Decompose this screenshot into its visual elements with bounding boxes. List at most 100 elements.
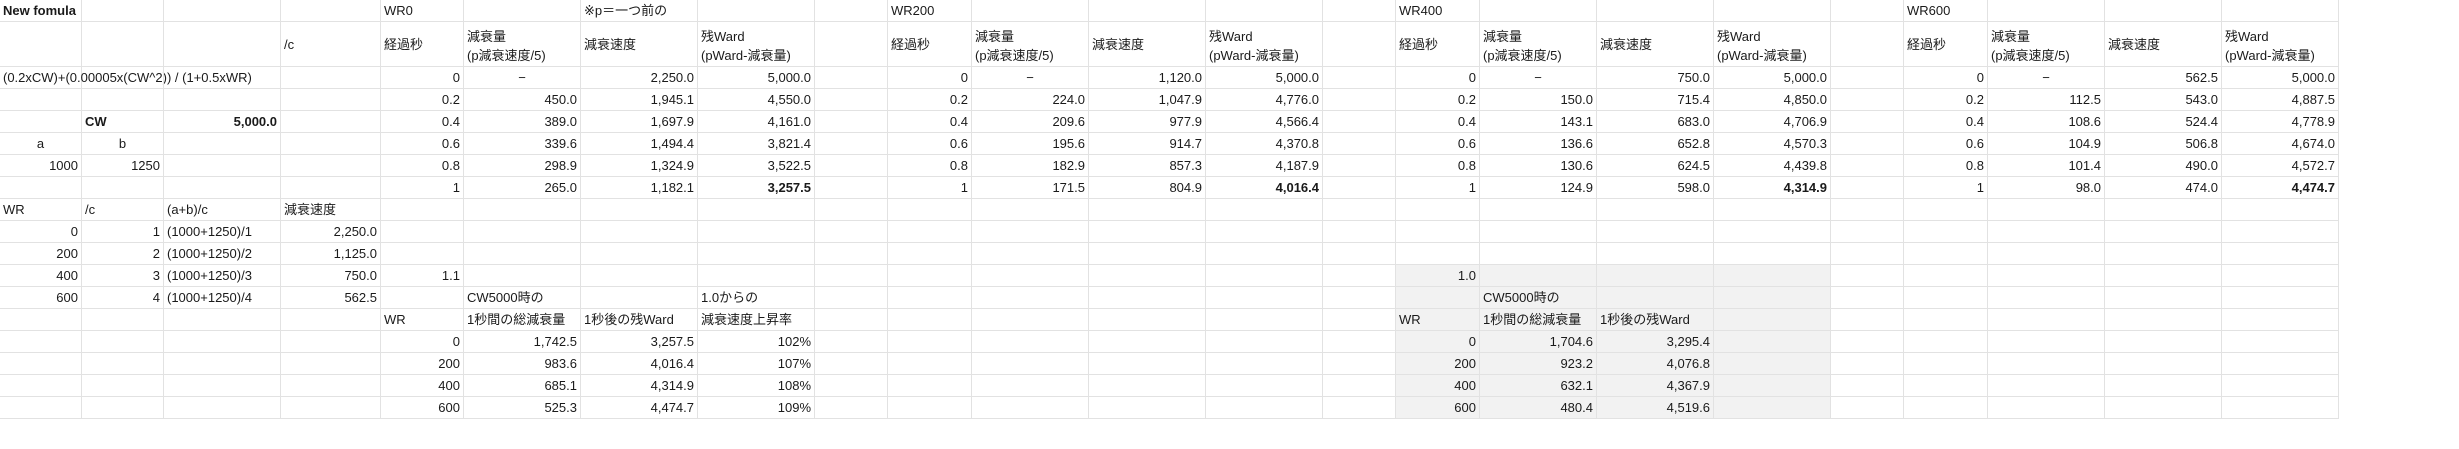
cell-r16-c6[interactable]: 4,314.9 <box>581 375 698 397</box>
cell-r4-c3[interactable] <box>281 111 381 133</box>
cell-r10-c20[interactable] <box>1988 243 2105 265</box>
cell-r7-c0[interactable] <box>0 177 82 199</box>
cell-r1-c5[interactable]: 減衰量 (p減衰速度/5) <box>464 22 581 67</box>
cell-r16-c10[interactable] <box>972 375 1089 397</box>
cell-r10-c1[interactable]: 2 <box>82 243 164 265</box>
cell-r12-c2[interactable]: (1000+1250)/4 <box>164 287 281 309</box>
cell-r2-c1[interactable] <box>82 67 164 89</box>
cell-r3-c20[interactable]: 112.5 <box>1988 89 2105 111</box>
cell-r4-c9[interactable]: 0.4 <box>888 111 972 133</box>
cell-r9-c2[interactable]: (1000+1250)/1 <box>164 221 281 243</box>
cell-r15-c12[interactable] <box>1206 353 1323 375</box>
cell-r13-c10[interactable] <box>972 309 1089 331</box>
cell-r10-c11[interactable] <box>1089 243 1206 265</box>
cell-r8-c11[interactable] <box>1089 199 1206 221</box>
cell-r7-c9[interactable]: 1 <box>888 177 972 199</box>
cell-r17-c19[interactable] <box>1904 397 1988 419</box>
cell-r5-c7[interactable]: 3,821.4 <box>698 133 815 155</box>
cell-r2-c4[interactable]: 0 <box>381 67 464 89</box>
cell-r2-c8[interactable] <box>815 67 888 89</box>
cell-r4-c14[interactable]: 0.4 <box>1396 111 1480 133</box>
cell-r12-c6[interactable] <box>581 287 698 309</box>
cell-r4-c17[interactable]: 4,706.9 <box>1714 111 1831 133</box>
cell-r8-c2[interactable]: (a+b)/c <box>164 199 281 221</box>
cell-r1-c18[interactable] <box>1831 22 1904 67</box>
cell-r13-c14[interactable]: WR <box>1396 309 1480 331</box>
cell-r4-c21[interactable]: 524.4 <box>2105 111 2222 133</box>
cell-r1-c15[interactable]: 減衰量 (p減衰速度/5) <box>1480 22 1597 67</box>
cell-r13-c13[interactable] <box>1323 309 1396 331</box>
cell-r4-c0[interactable] <box>0 111 82 133</box>
cell-r2-c18[interactable] <box>1831 67 1904 89</box>
cell-r14-c19[interactable] <box>1904 331 1988 353</box>
cell-r13-c20[interactable] <box>1988 309 2105 331</box>
cell-r16-c7[interactable]: 108% <box>698 375 815 397</box>
cell-r15-c10[interactable] <box>972 353 1089 375</box>
cell-r7-c13[interactable] <box>1323 177 1396 199</box>
cell-r2-c22[interactable]: 5,000.0 <box>2222 67 2339 89</box>
cell-r7-c7[interactable]: 3,257.5 <box>698 177 815 199</box>
cell-r17-c18[interactable] <box>1831 397 1904 419</box>
cell-r0-c15[interactable] <box>1480 0 1597 22</box>
cell-r8-c14[interactable] <box>1396 199 1480 221</box>
cell-r10-c6[interactable] <box>581 243 698 265</box>
cell-r8-c7[interactable] <box>698 199 815 221</box>
cell-r12-c21[interactable] <box>2105 287 2222 309</box>
cell-r5-c20[interactable]: 104.9 <box>1988 133 2105 155</box>
cell-r11-c14[interactable]: 1.0 <box>1396 265 1480 287</box>
cell-r3-c12[interactable]: 4,776.0 <box>1206 89 1323 111</box>
cell-r5-c1[interactable]: b <box>82 133 164 155</box>
cell-r10-c17[interactable] <box>1714 243 1831 265</box>
cell-r13-c5[interactable]: 1秒間の総減衰量 <box>464 309 581 331</box>
cell-r8-c8[interactable] <box>815 199 888 221</box>
cell-r12-c22[interactable] <box>2222 287 2339 309</box>
cell-r12-c4[interactable] <box>381 287 464 309</box>
cell-r12-c16[interactable] <box>1597 287 1714 309</box>
cell-r0-c19[interactable]: WR600 <box>1904 0 1988 22</box>
cell-r7-c15[interactable]: 124.9 <box>1480 177 1597 199</box>
cell-r13-c1[interactable] <box>82 309 164 331</box>
cell-r9-c17[interactable] <box>1714 221 1831 243</box>
cell-r3-c22[interactable]: 4,887.5 <box>2222 89 2339 111</box>
cell-r3-c6[interactable]: 1,945.1 <box>581 89 698 111</box>
cell-r8-c9[interactable] <box>888 199 972 221</box>
cell-r6-c14[interactable]: 0.8 <box>1396 155 1480 177</box>
cell-r7-c5[interactable]: 265.0 <box>464 177 581 199</box>
cell-r1-c22[interactable]: 残Ward (pWard-減衰量) <box>2222 22 2339 67</box>
cell-r14-c22[interactable] <box>2222 331 2339 353</box>
cell-r0-c17[interactable] <box>1714 0 1831 22</box>
cell-r13-c21[interactable] <box>2105 309 2222 331</box>
cell-r11-c20[interactable] <box>1988 265 2105 287</box>
cell-r2-c19[interactable]: 0 <box>1904 67 1988 89</box>
cell-r13-c18[interactable] <box>1831 309 1904 331</box>
cell-r5-c6[interactable]: 1,494.4 <box>581 133 698 155</box>
cell-r12-c14[interactable] <box>1396 287 1480 309</box>
cell-r17-c2[interactable] <box>164 397 281 419</box>
cell-r5-c9[interactable]: 0.6 <box>888 133 972 155</box>
cell-r16-c11[interactable] <box>1089 375 1206 397</box>
cell-r15-c21[interactable] <box>2105 353 2222 375</box>
cell-r15-c17[interactable] <box>1714 353 1831 375</box>
cell-r2-c9[interactable]: 0 <box>888 67 972 89</box>
cell-r1-c1[interactable] <box>82 22 164 67</box>
cell-r6-c13[interactable] <box>1323 155 1396 177</box>
cell-r7-c22[interactable]: 4,474.7 <box>2222 177 2339 199</box>
cell-r1-c6[interactable]: 減衰速度 <box>581 22 698 67</box>
cell-r10-c10[interactable] <box>972 243 1089 265</box>
cell-r3-c14[interactable]: 0.2 <box>1396 89 1480 111</box>
cell-r4-c2[interactable]: 5,000.0 <box>164 111 281 133</box>
cell-r5-c2[interactable] <box>164 133 281 155</box>
cell-r4-c10[interactable]: 209.6 <box>972 111 1089 133</box>
cell-r11-c9[interactable] <box>888 265 972 287</box>
cell-r8-c12[interactable] <box>1206 199 1323 221</box>
cell-r11-c10[interactable] <box>972 265 1089 287</box>
cell-r17-c9[interactable] <box>888 397 972 419</box>
cell-r2-c21[interactable]: 562.5 <box>2105 67 2222 89</box>
cell-r6-c0[interactable]: 1000 <box>0 155 82 177</box>
cell-r9-c22[interactable] <box>2222 221 2339 243</box>
cell-r12-c3[interactable]: 562.5 <box>281 287 381 309</box>
cell-r16-c18[interactable] <box>1831 375 1904 397</box>
cell-r17-c3[interactable] <box>281 397 381 419</box>
cell-r0-c12[interactable] <box>1206 0 1323 22</box>
cell-r12-c20[interactable] <box>1988 287 2105 309</box>
